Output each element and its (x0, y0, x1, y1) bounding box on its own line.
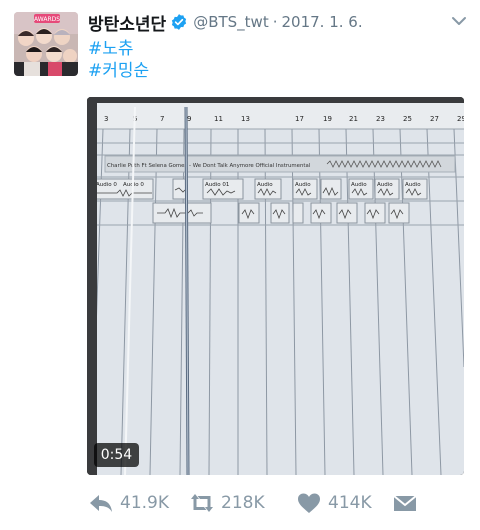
clip-label: Audio 0 (96, 182, 117, 188)
retweet-button[interactable]: 218K (189, 488, 265, 518)
tweet-actions: 41.9K 218K 414K (88, 488, 428, 518)
ruler-number: 19 (323, 115, 332, 123)
hashtag-link[interactable]: #커밍순 (88, 56, 149, 81)
video-duration: 0:54 (94, 443, 139, 467)
video-player[interactable]: 3 5 7 9 11 13 17 19 21 23 25 27 29 (87, 97, 464, 475)
clip-label: Audio (257, 182, 273, 188)
direct-message-button[interactable] (392, 488, 418, 518)
like-button[interactable]: 414K (296, 488, 372, 518)
ruler-number: 27 (430, 115, 439, 123)
ruler-number: 3 (104, 115, 108, 123)
tweet-date[interactable]: 2017. 1. 6. (282, 13, 363, 31)
heart-icon (298, 493, 320, 513)
separator-dot: · (272, 13, 278, 31)
chevron-down-icon[interactable] (450, 12, 468, 30)
reply-count: 41.9K (120, 493, 169, 513)
ruler-number: 29 (457, 115, 464, 123)
envelope-icon (393, 495, 417, 511)
tweet-header: 방탄소년단 @BTS_twt · 2017. 1. 6. (88, 8, 464, 36)
ruler-number: 21 (349, 115, 358, 123)
ruler-number: 7 (160, 115, 164, 123)
clip-label: Audio (295, 182, 311, 188)
reply-icon (90, 495, 112, 512)
ruler-number: 23 (376, 115, 385, 123)
display-name[interactable]: 방탄소년단 (88, 10, 166, 35)
clip-label: Audio (351, 182, 367, 188)
user-handle[interactable]: @BTS_twt (193, 13, 269, 31)
avatar[interactable]: AWARDS (14, 12, 78, 76)
like-count: 414K (328, 493, 372, 513)
avatar-image: AWARDS (14, 12, 78, 76)
retweet-icon (191, 494, 213, 512)
retweet-count: 218K (221, 493, 265, 513)
clip-label: Audio (405, 182, 421, 188)
ruler-number: 9 (187, 115, 191, 123)
clip-label: Audio (377, 182, 393, 188)
avatar-badge-text: AWARDS (34, 16, 60, 23)
ruler-number: 11 (214, 115, 223, 123)
track-title: Charlie Puth Ft Selena Gomez - We Dont T… (107, 163, 310, 169)
video-frame-daw-screenshot: 3 5 7 9 11 13 17 19 21 23 25 27 29 (87, 97, 464, 475)
ruler-number: 17 (295, 115, 304, 123)
ruler-number: 25 (403, 115, 412, 123)
verified-badge-icon (172, 14, 187, 30)
ruler-number: 13 (241, 115, 250, 123)
reply-button[interactable]: 41.9K (88, 488, 169, 518)
clip-label: Audio 01 (205, 182, 229, 188)
